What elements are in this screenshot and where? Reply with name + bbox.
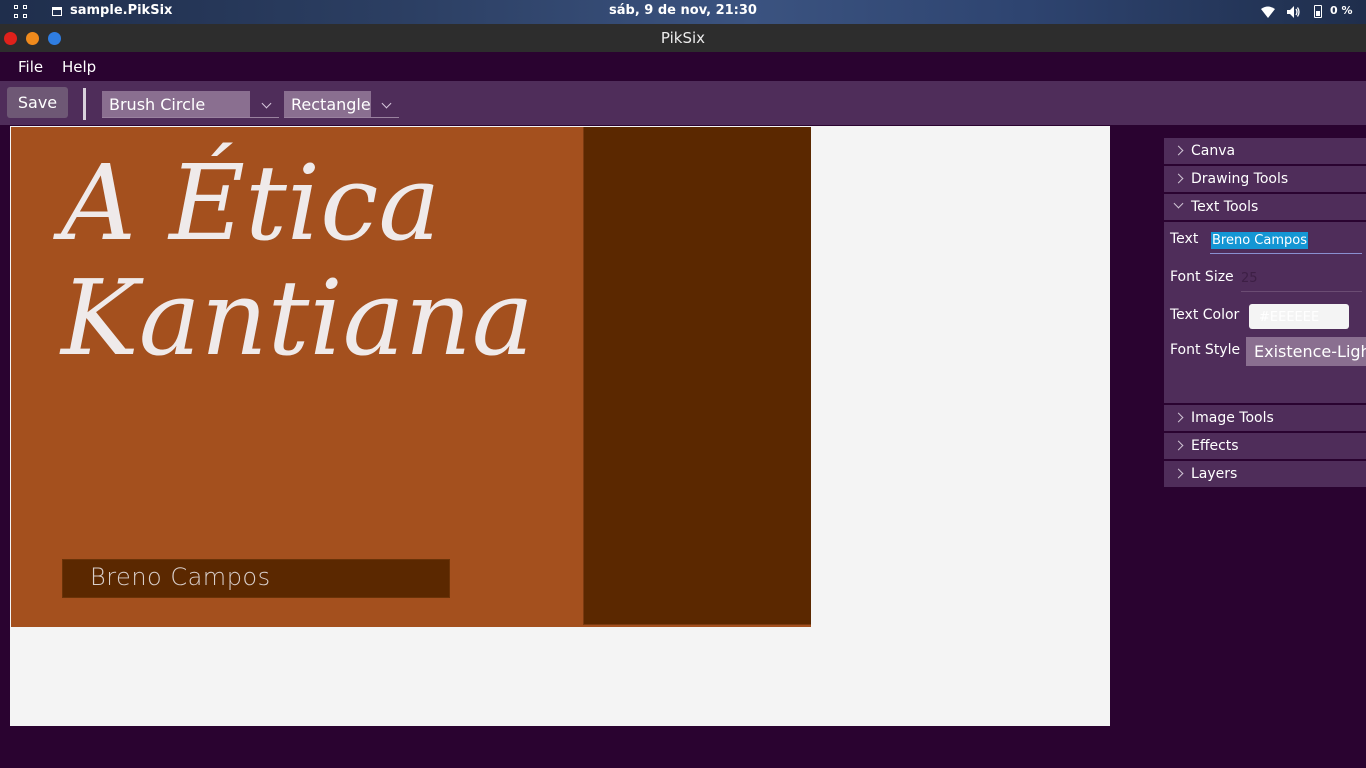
- chevron-down-icon: [1173, 198, 1184, 209]
- brush-select[interactable]: Brush Circle: [102, 91, 279, 118]
- chevron-down-icon: [381, 98, 392, 109]
- brush-select-value: Brush Circle: [102, 91, 250, 117]
- section-image-tools-label: Image Tools: [1191, 410, 1274, 426]
- system-top-bar: sample.PikSix sáb, 9 de nov, 21:30 0 %: [0, 0, 1366, 24]
- toolbar: Save Brush Circle Rectangle: [0, 81, 1366, 125]
- section-text-tools-label: Text Tools: [1191, 199, 1259, 215]
- text-input-value: Breno Campos: [1211, 232, 1308, 249]
- window-title-bar: PikSix: [0, 24, 1366, 52]
- battery-icon[interactable]: [1314, 5, 1322, 18]
- chevron-right-icon: [1173, 412, 1184, 423]
- shape-select-value: Rectangle: [284, 91, 371, 117]
- font-size-label: Font Size: [1170, 269, 1234, 285]
- menu-help[interactable]: Help: [62, 58, 96, 76]
- section-canva-label: Canva: [1191, 143, 1236, 159]
- section-drawing-tools[interactable]: Drawing Tools: [1164, 166, 1366, 194]
- section-effects-label: Effects: [1191, 438, 1239, 454]
- text-label: Text: [1170, 231, 1199, 247]
- dark-rectangle-shape[interactable]: [583, 127, 811, 625]
- clock[interactable]: sáb, 9 de nov, 21:30: [0, 3, 1366, 18]
- section-text-tools[interactable]: Text Tools: [1164, 194, 1366, 222]
- chevron-down-icon: [261, 98, 272, 109]
- text-color-label: Text Color: [1170, 307, 1240, 323]
- text-tools-content: Text Breno Campos Font Size 25 Text Colo…: [1164, 222, 1366, 405]
- section-effects[interactable]: Effects: [1164, 433, 1366, 461]
- wifi-icon[interactable]: [1261, 6, 1275, 18]
- font-style-select[interactable]: Existence-Light: [1246, 337, 1366, 366]
- section-image-tools[interactable]: Image Tools: [1164, 405, 1366, 433]
- tools-panel: Canva Drawing Tools Text Tools Text Bren…: [1164, 138, 1366, 489]
- chevron-right-icon: [1173, 145, 1184, 156]
- section-canva[interactable]: Canva: [1164, 138, 1366, 166]
- chevron-right-icon: [1173, 468, 1184, 479]
- section-layers[interactable]: Layers: [1164, 461, 1366, 489]
- text-input[interactable]: Breno Campos: [1210, 229, 1362, 254]
- font-size-input[interactable]: 25: [1241, 267, 1362, 292]
- chevron-right-icon: [1173, 173, 1184, 184]
- artboard[interactable]: A Ética Kantiana Breno Campos: [11, 127, 811, 627]
- window-title: PikSix: [660, 29, 706, 47]
- canvas-title-line-1[interactable]: A Ética: [61, 151, 440, 255]
- shape-select[interactable]: Rectangle: [284, 91, 399, 118]
- chevron-right-icon: [1173, 440, 1184, 451]
- menu-file[interactable]: File: [18, 58, 43, 76]
- font-style-label: Font Style: [1170, 342, 1241, 358]
- author-bar-shape[interactable]: Breno Campos: [62, 559, 450, 598]
- volume-icon[interactable]: [1286, 5, 1300, 19]
- canvas-author-text[interactable]: Breno Campos: [90, 563, 271, 591]
- canvas-area[interactable]: A Ética Kantiana Breno Campos: [10, 126, 1110, 726]
- section-drawing-tools-label: Drawing Tools: [1191, 171, 1289, 187]
- battery-percent: 0 %: [1330, 4, 1353, 17]
- text-color-picker[interactable]: #EEEEEE: [1249, 304, 1349, 329]
- menu-bar: File Help: [0, 52, 1366, 81]
- canvas-title-line-2[interactable]: Kantiana: [61, 266, 534, 370]
- toolbar-separator: [83, 88, 86, 120]
- section-layers-label: Layers: [1191, 466, 1238, 482]
- save-button[interactable]: Save: [7, 87, 68, 118]
